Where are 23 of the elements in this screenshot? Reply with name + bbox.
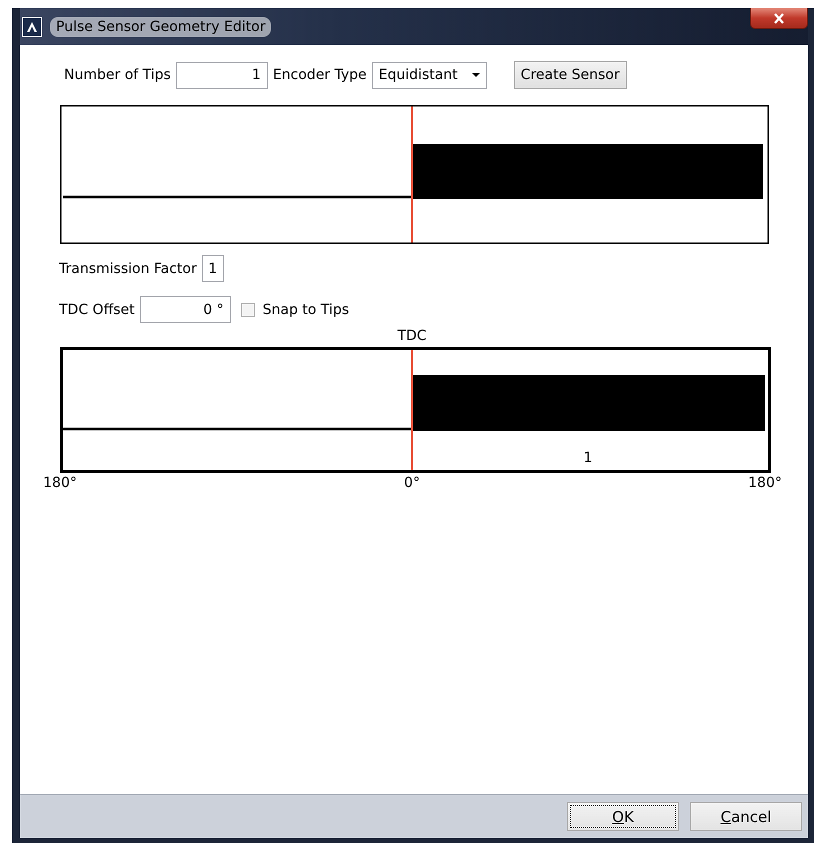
close-button[interactable] — [750, 8, 808, 29]
field-label: Number of Tips — [64, 67, 171, 83]
field-label: Transmission Factor — [59, 260, 197, 276]
offset-input[interactable]: 0 ° — [140, 296, 231, 323]
marker-label: TDC — [397, 328, 427, 344]
transmission-input[interactable]: 1 — [202, 255, 224, 282]
field-label: TDC Offset — [59, 302, 135, 318]
close-icon — [773, 12, 785, 24]
caret-icon — [472, 73, 480, 77]
axis-label: 0° — [404, 475, 420, 491]
field-label: Encoder Type — [272, 67, 367, 83]
window-title: Pulse Sensor Geometry Editor — [50, 16, 272, 36]
tips-input[interactable]: 1 — [176, 62, 268, 88]
create-sensor-button[interactable]: Create Sensor — [514, 61, 627, 89]
tip-label: 1 — [584, 450, 592, 466]
snap-checkbox[interactable] — [240, 302, 255, 316]
ok-button[interactable]: OK — [567, 802, 679, 831]
encoder-dropdown[interactable]: Equidistant — [372, 62, 487, 88]
axis-label: 180° — [748, 475, 782, 491]
app-logo-icon — [22, 16, 42, 36]
checkbox-label: Snap to Tips — [262, 302, 349, 318]
axis-label: 180° — [43, 475, 77, 491]
cancel-button[interactable]: Cancel — [690, 802, 802, 831]
